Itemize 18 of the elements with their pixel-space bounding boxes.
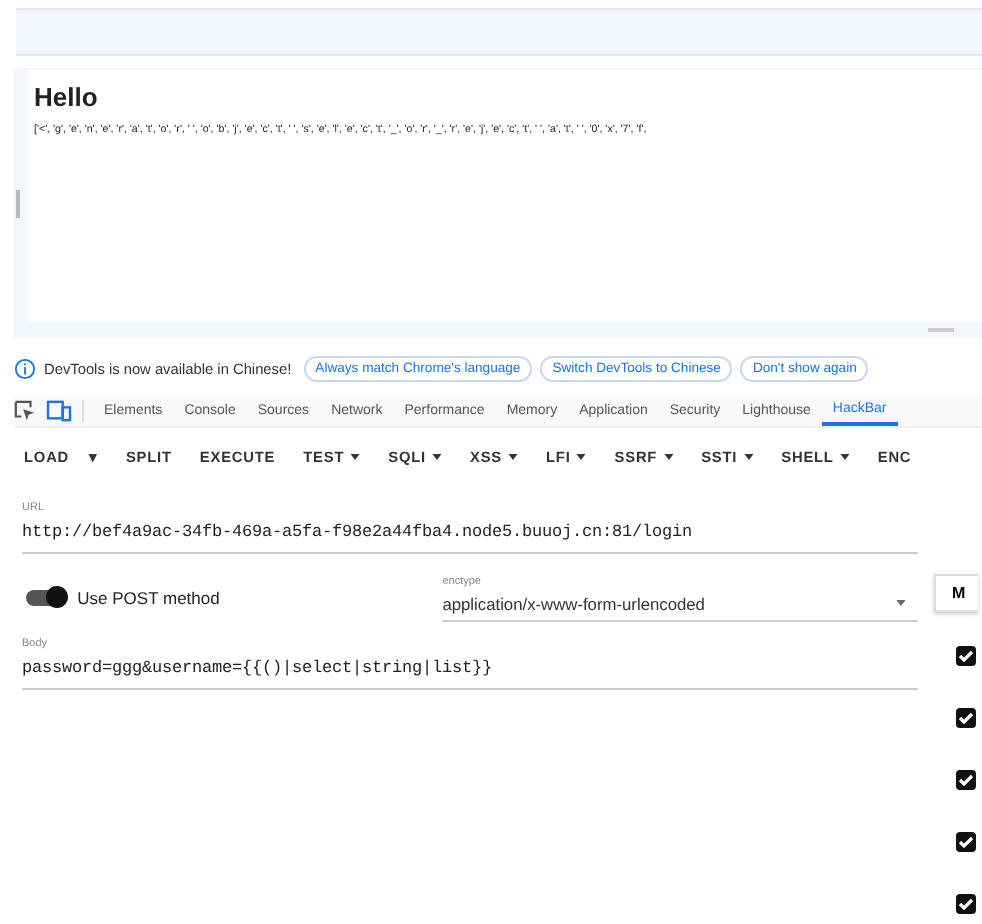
- url-field[interactable]: http://bef4a9ac-34fb-469a-a5fa-f98e2a44fba4.node5.buuoj.cn:81/login: [22, 522, 918, 554]
- checkbox[interactable]: [956, 708, 976, 728]
- checkbox[interactable]: [956, 832, 976, 852]
- checkbox[interactable]: [956, 894, 976, 914]
- device-icon[interactable]: [46, 399, 72, 421]
- toggle-label: Use POST method: [77, 588, 222, 608]
- caret-icon: [896, 600, 907, 606]
- resize-handle[interactable]: [16, 189, 20, 217]
- enctype-select[interactable]: application/x-www-form-urlencoded: [442, 587, 919, 621]
- body-field[interactable]: password=ggg&username={{()|select|string|list}}: [22, 658, 918, 690]
- page-heading: Hello: [34, 82, 100, 112]
- info-icon: [14, 357, 36, 379]
- post-toggle[interactable]: [26, 590, 64, 606]
- scrollbar-thumb[interactable]: [928, 328, 954, 332]
- checkbox[interactable]: [956, 646, 976, 666]
- side-button[interactable]: M: [934, 574, 978, 612]
- inspect-icon[interactable]: [14, 399, 36, 421]
- checkbox[interactable]: [956, 770, 976, 790]
